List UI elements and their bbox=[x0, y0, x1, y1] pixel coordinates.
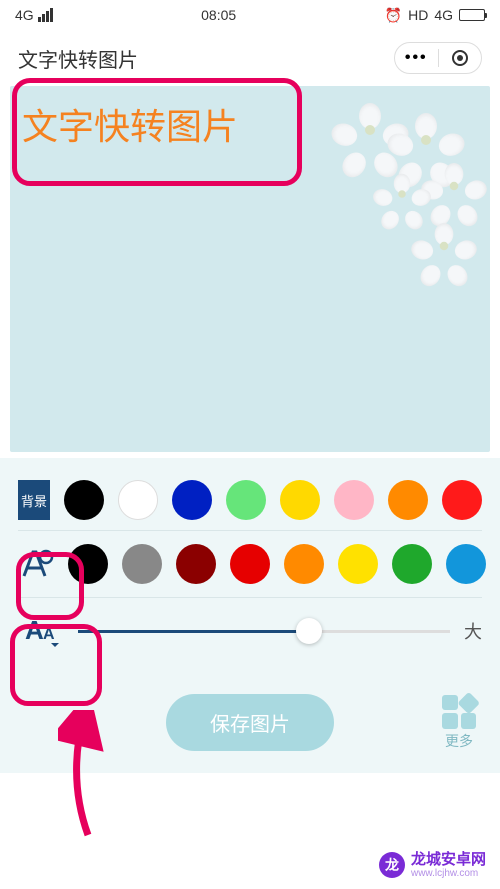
miniapp-capsule: ••• bbox=[394, 42, 482, 74]
svg-text:A: A bbox=[25, 615, 44, 645]
grid-icon bbox=[442, 695, 476, 729]
bg-color-swatch[interactable] bbox=[226, 480, 266, 520]
watermark: 龙 龙城安卓网 www.lcjhw.com bbox=[371, 848, 494, 884]
capsule-close-button[interactable] bbox=[439, 43, 482, 73]
save-image-button[interactable]: 保存图片 bbox=[166, 694, 334, 751]
font-size-row: AA 大 bbox=[0, 598, 500, 664]
network-4g-2: 4G bbox=[434, 7, 453, 23]
capsule-menu-button[interactable]: ••• bbox=[395, 43, 438, 73]
flower-decoration bbox=[429, 161, 480, 212]
controls-panel: 背景 AA 大 保存图片 更多 bbox=[0, 458, 500, 773]
background-color-row: 背景 bbox=[0, 470, 500, 530]
slider-thumb[interactable] bbox=[296, 618, 322, 644]
text-color-swatch[interactable] bbox=[392, 544, 432, 584]
alarm-icon: ⏰ bbox=[385, 7, 402, 24]
page-title: 文字快转图片 bbox=[18, 44, 138, 73]
signal-icon bbox=[38, 8, 53, 22]
status-bar: 4G 08:05 ⏰ HD 4G bbox=[0, 0, 500, 30]
more-label: 更多 bbox=[442, 731, 476, 751]
more-button[interactable]: 更多 bbox=[442, 695, 476, 751]
text-color-swatch[interactable] bbox=[338, 544, 378, 584]
svg-text:A: A bbox=[43, 626, 55, 643]
text-color-swatch[interactable] bbox=[122, 544, 162, 584]
watermark-title: 龙城安卓网 bbox=[411, 852, 486, 869]
bg-color-swatch[interactable] bbox=[118, 480, 158, 520]
bg-color-swatch[interactable] bbox=[64, 480, 104, 520]
text-color-swatch[interactable] bbox=[68, 544, 108, 584]
text-color-swatch[interactable] bbox=[446, 544, 486, 584]
bg-color-swatch[interactable] bbox=[442, 480, 482, 520]
flower-decoration bbox=[380, 172, 425, 217]
image-canvas[interactable]: 文字快转图片 bbox=[10, 86, 490, 452]
app-header: 文字快转图片 ••• bbox=[0, 30, 500, 86]
background-label: 背景 bbox=[18, 480, 50, 520]
network-4g: 4G bbox=[15, 7, 34, 23]
text-color-icon[interactable] bbox=[18, 541, 54, 587]
flower-decoration bbox=[419, 221, 470, 272]
bg-color-swatch[interactable] bbox=[172, 480, 212, 520]
text-color-swatch[interactable] bbox=[284, 544, 324, 584]
text-color-row bbox=[0, 531, 500, 597]
bg-color-swatch[interactable] bbox=[280, 480, 320, 520]
target-icon bbox=[452, 50, 468, 66]
clock: 08:05 bbox=[201, 7, 236, 23]
bg-color-swatch[interactable] bbox=[334, 480, 374, 520]
font-size-slider[interactable] bbox=[78, 630, 450, 633]
bg-color-swatch[interactable] bbox=[388, 480, 428, 520]
watermark-url: www.lcjhw.com bbox=[411, 868, 486, 879]
font-size-icon[interactable]: AA bbox=[18, 608, 64, 654]
watermark-badge-icon: 龙 bbox=[379, 852, 405, 878]
size-large-label: 大 bbox=[464, 618, 482, 644]
hd-indicator: HD bbox=[408, 7, 428, 23]
battery-icon bbox=[459, 9, 485, 21]
more-dots-icon: ••• bbox=[405, 49, 428, 67]
text-color-swatch[interactable] bbox=[176, 544, 216, 584]
text-color-swatch[interactable] bbox=[230, 544, 270, 584]
